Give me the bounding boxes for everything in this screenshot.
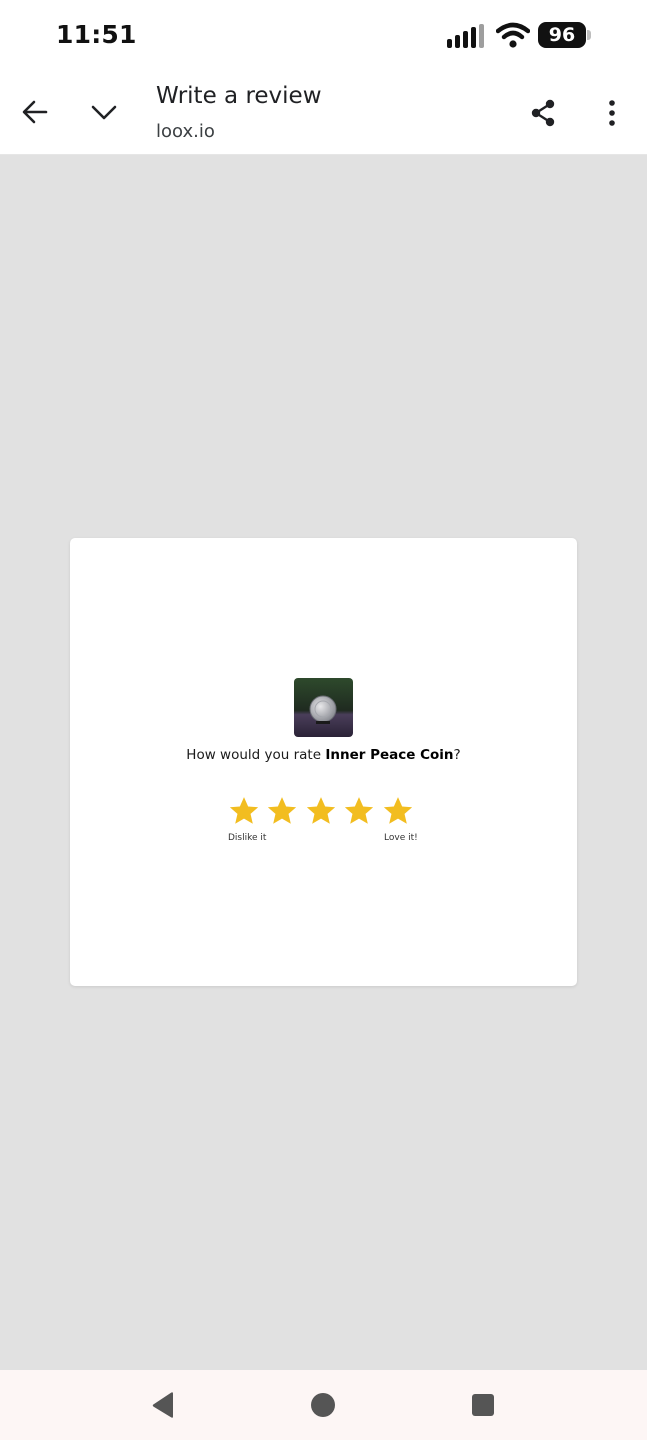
nav-recents-icon: [472, 1394, 494, 1416]
rating-question-suffix: ?: [453, 747, 461, 763]
product-name: Inner Peace Coin: [325, 747, 454, 763]
battery-level: 96: [538, 22, 586, 48]
wifi-icon: [496, 22, 530, 48]
star-5-icon[interactable]: [382, 795, 414, 827]
star-rating: [228, 795, 418, 827]
scale-low-label: Dislike it: [228, 833, 267, 843]
review-card: How would you rate Inner Peace Coin? Dis…: [70, 538, 577, 986]
more-vertical-icon: [609, 100, 615, 126]
back-button[interactable]: [13, 90, 57, 134]
more-options-button[interactable]: [590, 91, 634, 135]
rating-question: How would you rate Inner Peace Coin?: [70, 747, 577, 763]
star-1-icon[interactable]: [228, 795, 260, 827]
status-time: 11:51: [56, 20, 137, 49]
chevron-down-icon: [91, 105, 117, 120]
share-button[interactable]: [521, 91, 565, 135]
collapse-button[interactable]: [82, 90, 126, 134]
star-4-icon[interactable]: [343, 795, 375, 827]
star-2-icon[interactable]: [266, 795, 298, 827]
navigation-bar: [0, 1370, 647, 1440]
nav-home-button[interactable]: [305, 1387, 341, 1423]
status-bar: 11:51 96: [0, 0, 647, 72]
battery-cap: [587, 30, 591, 40]
star-3-icon[interactable]: [305, 795, 337, 827]
rating-question-prefix: How would you rate: [186, 747, 326, 763]
scale-high-label: Love it!: [384, 833, 418, 843]
signal-icon: [447, 24, 484, 48]
nav-back-button[interactable]: [145, 1387, 181, 1423]
arrow-left-icon: [22, 100, 48, 124]
nav-recents-button[interactable]: [465, 1387, 501, 1423]
browser-toolbar: Write a review loox.io: [0, 72, 647, 155]
page-title: Write a review: [156, 83, 322, 109]
product-image: [294, 678, 353, 737]
page-url: loox.io: [156, 121, 215, 142]
battery-icon: 96: [538, 22, 592, 50]
share-icon: [531, 99, 555, 127]
nav-back-icon: [152, 1392, 173, 1418]
nav-home-icon: [311, 1393, 335, 1417]
